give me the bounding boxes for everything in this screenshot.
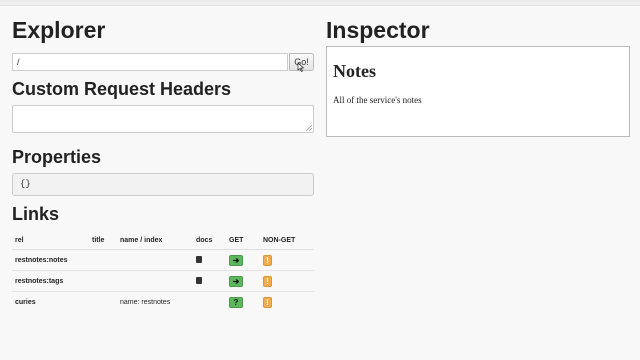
resize-handle-icon[interactable] [306,125,312,131]
inspector-title: Inspector [326,17,430,43]
get-cell: ➔ [226,270,260,292]
rel-cell: restnotes:notes [12,249,89,271]
rel-cell: curies [12,291,89,312]
doc-title: Notes [333,61,376,81]
arrow-right-icon[interactable]: ➔ [229,275,243,287]
col-rel: rel [12,231,89,250]
nonget-cell: ! [260,249,314,271]
explorer-title: Explorer [12,17,106,43]
properties-box: {} [12,173,314,196]
name-cell [117,249,193,271]
docs-cell [193,270,226,292]
mouse-cursor-icon [297,62,305,72]
inspector-panel: Notes All of the service's notes [326,46,630,137]
links-title: Links [12,204,60,224]
top-bar [0,0,640,6]
url-input[interactable] [12,53,288,71]
links-table: rel title name / index docs GET NON-GET … [12,231,314,312]
nonget-cell: ! [260,291,314,312]
properties-title: Properties [12,147,102,167]
col-docs: docs [193,231,226,250]
book-icon[interactable] [196,256,202,264]
name-cell [117,270,193,292]
headers-title: Custom Request Headers [12,79,232,99]
links-table-header: rel title name / index docs GET NON-GET [12,231,314,250]
col-name-index: name / index [117,231,193,250]
question-icon[interactable]: ? [229,296,243,308]
docs-cell [193,291,226,312]
get-cell: ? [226,291,260,312]
docs-cell [193,249,226,271]
arrow-right-icon[interactable]: ➔ [229,254,243,266]
rel-cell: restnotes:tags [12,270,89,292]
book-icon[interactable] [196,277,202,285]
custom-headers-textarea[interactable] [12,105,314,133]
title-cell [89,249,117,271]
name-cell: name: restnotes [117,291,193,312]
col-nonget: NON-GET [260,231,314,250]
doc-text: All of the service's notes [333,95,422,105]
title-cell [89,291,117,312]
table-row: restnotes:tags ➔ ! [12,270,314,292]
table-row: restnotes:notes ➔ ! [12,249,314,271]
exclamation-icon[interactable]: ! [263,296,272,308]
exclamation-icon[interactable]: ! [263,275,272,287]
url-bar: Go! [12,53,314,71]
nonget-cell: ! [260,270,314,292]
col-title: title [89,231,117,250]
get-cell: ➔ [226,249,260,271]
col-get: GET [226,231,260,250]
exclamation-icon[interactable]: ! [263,254,272,266]
table-row: curies name: restnotes ? ! [12,291,314,312]
title-cell [89,270,117,292]
